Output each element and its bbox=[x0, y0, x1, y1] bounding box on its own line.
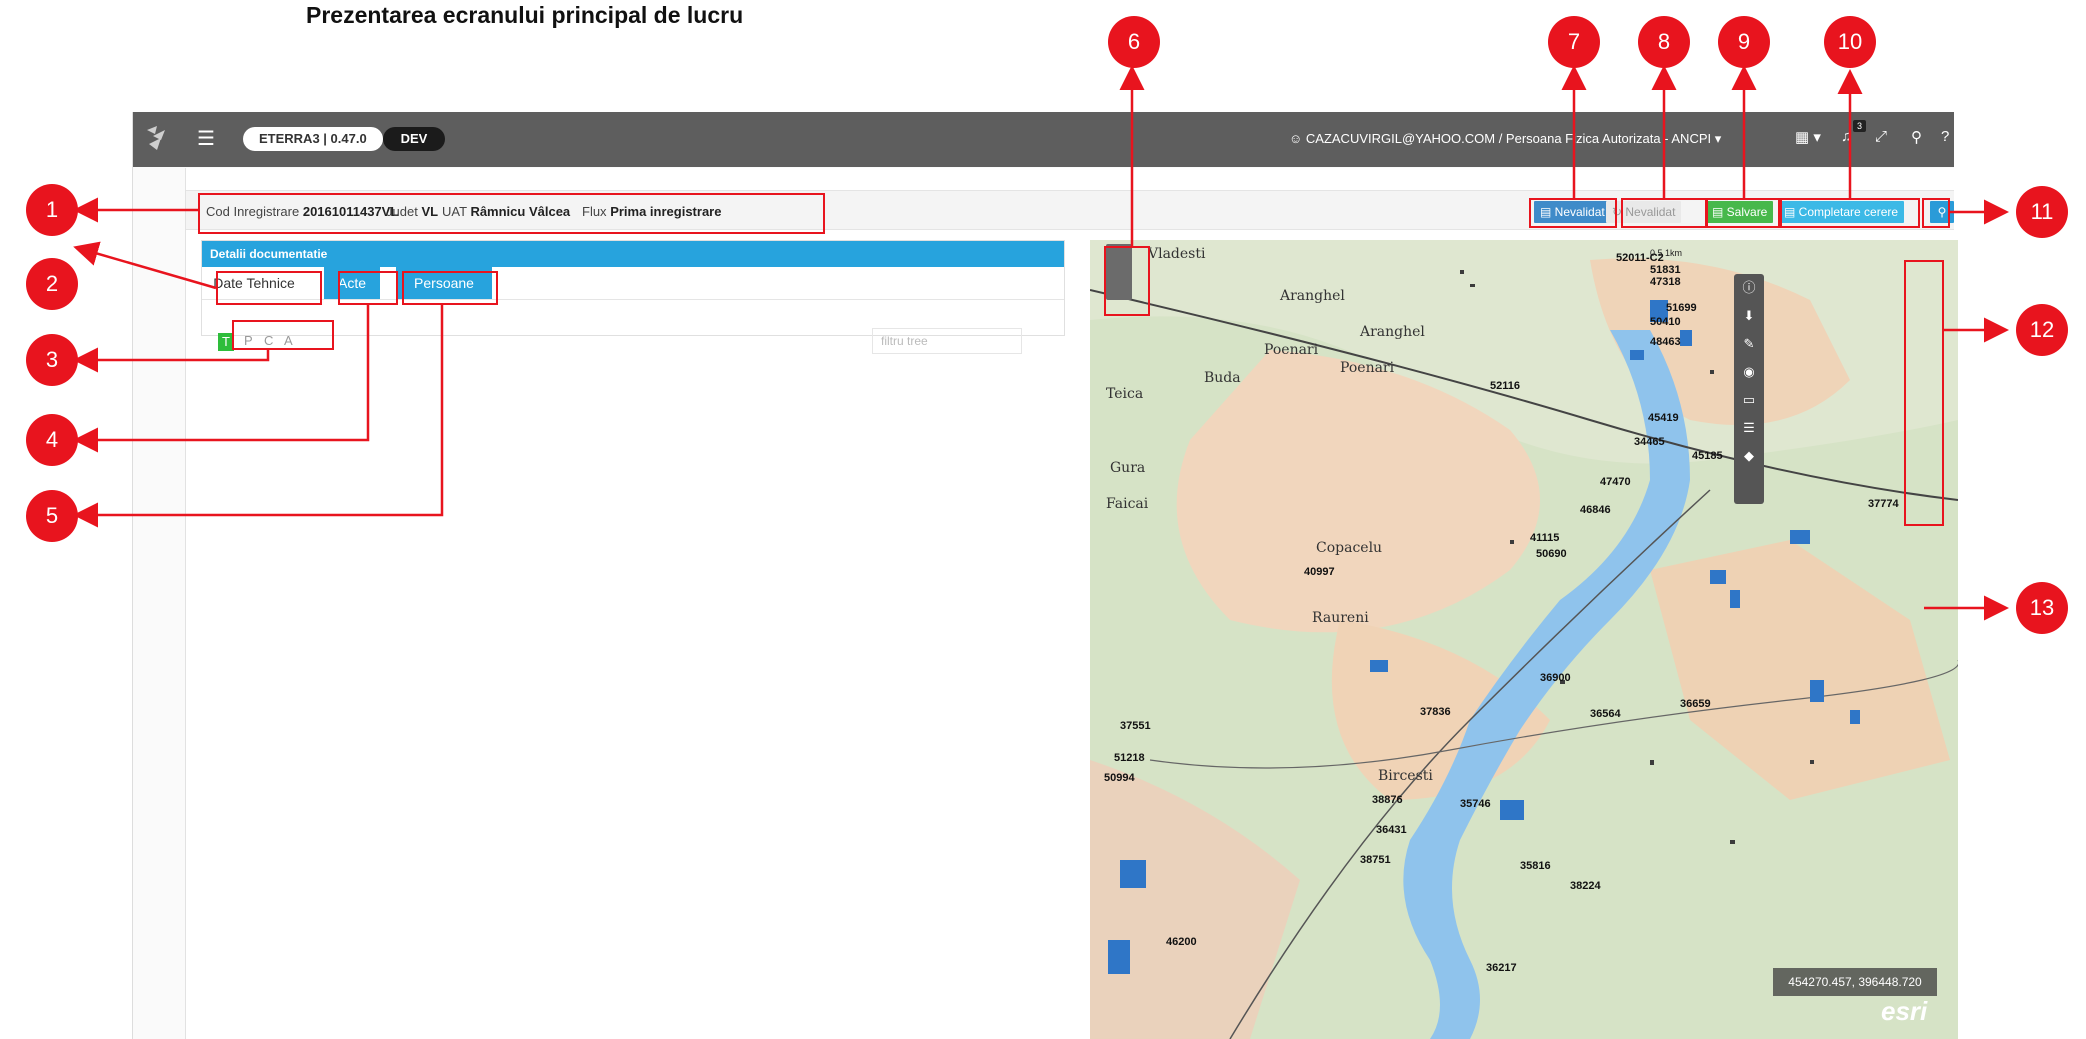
parcel-number: 36659 bbox=[1680, 698, 1711, 710]
tag-icon[interactable]: ◆ bbox=[1734, 442, 1764, 470]
parcel-number: 38224 bbox=[1570, 880, 1601, 892]
version-badge: ETERRA3 | 0.47.0 bbox=[243, 127, 383, 151]
parcel-number: 38876 bbox=[1372, 794, 1403, 806]
menu-icon[interactable]: ☰ bbox=[197, 126, 215, 151]
callout-marker: 6 bbox=[1108, 16, 1160, 68]
parcel-number: 52116 bbox=[1490, 380, 1520, 392]
parcel-number: 40997 bbox=[1304, 566, 1335, 578]
map-place-label: Poenari bbox=[1340, 360, 1395, 376]
parcel-number: 38751 bbox=[1360, 854, 1391, 866]
callout-marker: 2 bbox=[26, 258, 78, 310]
panel-title: Detalii documentatie bbox=[202, 241, 1064, 267]
stack-icon[interactable]: ▦ ▾ bbox=[1795, 128, 1821, 146]
parcel-number: 50690 bbox=[1536, 548, 1567, 560]
highlight-box bbox=[232, 320, 334, 350]
list-icon[interactable]: ☰ bbox=[1734, 414, 1764, 442]
pencil-icon[interactable]: ✎ bbox=[1734, 330, 1764, 358]
callout-marker: 7 bbox=[1548, 16, 1600, 68]
map-place-label: Gura bbox=[1110, 460, 1146, 476]
parcel-number: 34465 bbox=[1634, 436, 1665, 448]
map-place-label: Poenari bbox=[1264, 342, 1319, 358]
book-icon[interactable]: ▭ bbox=[1734, 386, 1764, 414]
map-place-label: Faicai bbox=[1106, 496, 1149, 512]
map-place-label: Raureni bbox=[1312, 610, 1369, 626]
callout-marker: 12 bbox=[2016, 304, 2068, 356]
callout-marker: 13 bbox=[2016, 582, 2068, 634]
parcel-number: 50994 bbox=[1104, 772, 1135, 784]
parcel-number: 35746 bbox=[1460, 798, 1491, 810]
parcel-number: 41115 bbox=[1530, 532, 1560, 544]
bell-icon[interactable]: ♫ bbox=[1841, 128, 1852, 145]
expand-icon[interactable]: ⤢ bbox=[1875, 128, 1887, 145]
highlight-box bbox=[1104, 246, 1150, 316]
help-icon[interactable]: ? bbox=[1941, 128, 1949, 145]
map-place-label: Aranghel bbox=[1360, 324, 1425, 340]
parcel-number: 36900 bbox=[1540, 672, 1571, 684]
parcel-number: 45419 bbox=[1648, 412, 1679, 424]
download-icon[interactable]: ⬇ bbox=[1734, 302, 1764, 330]
map-place-label: Aranghel bbox=[1280, 288, 1345, 304]
highlight-box bbox=[338, 271, 398, 305]
map-place-label: Buda bbox=[1204, 370, 1241, 386]
highlight-box bbox=[1529, 198, 1617, 228]
search-icon[interactable]: ⚲ bbox=[1911, 128, 1922, 146]
map-base-layer bbox=[1090, 240, 1958, 1039]
parcel-number: 50410 bbox=[1650, 316, 1681, 328]
parcel-number: 45185 bbox=[1692, 450, 1723, 462]
map-place-label: Bircesti bbox=[1378, 768, 1433, 784]
map-tools-toolbar: ⓘ ⬇ ✎ ◉ ▭ ☰ ◆ bbox=[1734, 274, 1764, 504]
app-logo-icon bbox=[147, 126, 165, 150]
parcel-number: 37836 bbox=[1420, 706, 1451, 718]
map-place-label: Teica bbox=[1106, 386, 1144, 402]
highlight-box bbox=[198, 193, 825, 234]
callout-marker: 9 bbox=[1718, 16, 1770, 68]
highlight-box bbox=[1922, 198, 1950, 228]
parcel-number: 35816 bbox=[1520, 860, 1551, 872]
globe-icon[interactable]: ◉ bbox=[1734, 358, 1764, 386]
parcel-number: 37551 bbox=[1120, 720, 1151, 732]
map-place-label: Vladesti bbox=[1148, 246, 1206, 262]
parcel-number: 47470 bbox=[1600, 476, 1631, 488]
callout-marker: 8 bbox=[1638, 16, 1690, 68]
highlight-box bbox=[1621, 198, 1707, 228]
highlight-box bbox=[216, 271, 322, 305]
map-place-label: Copacelu bbox=[1316, 540, 1383, 556]
parcel-number: 36217 bbox=[1486, 962, 1517, 974]
tab-divider bbox=[202, 299, 1064, 300]
filter-tree-input[interactable]: filtru tree bbox=[872, 328, 1022, 354]
parcel-number: 36564 bbox=[1590, 708, 1621, 720]
parcel-number: 46200 bbox=[1166, 936, 1197, 948]
notification-count: 3 bbox=[1853, 120, 1867, 132]
info-icon[interactable]: ⓘ bbox=[1734, 274, 1764, 302]
env-badge: DEV bbox=[383, 127, 445, 151]
map-view[interactable]: Vladesti Aranghel Poenari Aranghel Poena… bbox=[1090, 240, 1958, 1039]
top-navbar: ☰ ETERRA3 | 0.47.0 DEV ☺ CAZACUVIRGIL@YA… bbox=[133, 112, 1954, 167]
callout-marker: 11 bbox=[2016, 186, 2068, 238]
highlight-box bbox=[402, 271, 498, 305]
parcel-number: 46846 bbox=[1580, 504, 1611, 516]
highlight-box bbox=[1706, 198, 1782, 228]
callout-marker: 4 bbox=[26, 414, 78, 466]
esri-logo: esri bbox=[1881, 996, 1928, 1026]
scale-bar: 0.5 1km bbox=[1650, 248, 1683, 258]
parcel-number: 47318 bbox=[1650, 276, 1681, 288]
callout-marker: 10 bbox=[1824, 16, 1876, 68]
parcel-number: 51831 bbox=[1650, 264, 1681, 276]
parcel-number: 51218 bbox=[1114, 752, 1145, 764]
screenshot-stage: Prezentarea ecranului principal de lucru… bbox=[0, 0, 2086, 1039]
callout-marker: 3 bbox=[26, 334, 78, 386]
user-menu[interactable]: ☺ CAZACUVIRGIL@YAHOO.COM / Persoana Fizi… bbox=[1289, 131, 1721, 147]
callout-marker: 1 bbox=[26, 184, 78, 236]
callout-marker: 5 bbox=[26, 490, 78, 542]
parcel-number: 51699 bbox=[1666, 302, 1697, 314]
document-title: Prezentarea ecranului principal de lucru bbox=[306, 2, 744, 28]
parcel-number: 36431 bbox=[1376, 824, 1407, 836]
highlight-box bbox=[1778, 198, 1920, 228]
highlight-box bbox=[1904, 260, 1944, 526]
parcel-number: 37774 bbox=[1868, 498, 1899, 510]
coordinates-readout: 454270.457, 396448.720 bbox=[1773, 968, 1937, 996]
parcel-number: 48463 bbox=[1650, 336, 1681, 348]
